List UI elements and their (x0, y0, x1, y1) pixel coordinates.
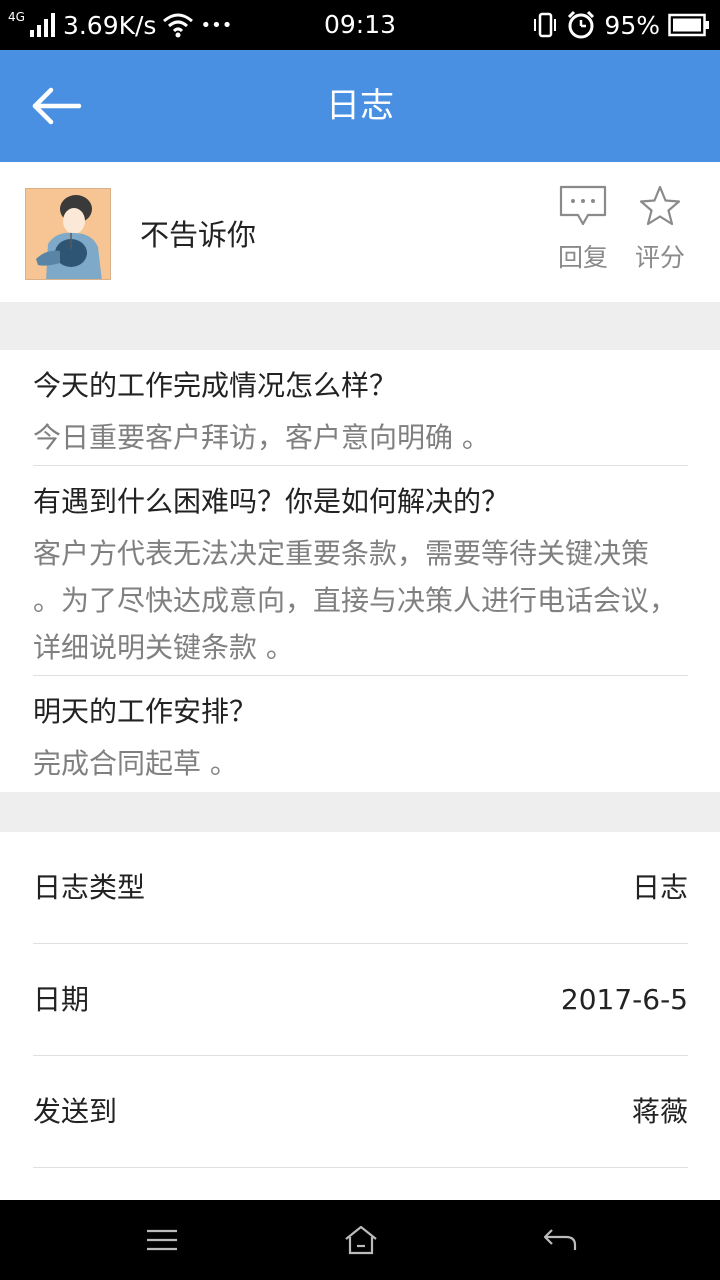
home-button[interactable] (331, 1214, 391, 1266)
app-bar: 日志 (0, 50, 720, 162)
section-divider (0, 792, 720, 832)
log-content: 今天的工作完成情况怎么样？ 今日重要客户拜访，客户意向明确 。 有遇到什么困难吗… (0, 350, 720, 792)
back-arrow-icon (32, 87, 82, 125)
question-text: 今天的工作完成情况怎么样？ (33, 369, 398, 402)
reply-label: 回复 (557, 243, 608, 272)
star-icon (639, 185, 681, 226)
detail-row-send-to[interactable]: 发送到 蒋薇 (33, 1056, 688, 1168)
detail-row-date: 日期 2017-6-5 (33, 944, 688, 1056)
qa-item: 今天的工作完成情况怎么样？ 今日重要客户拜访，客户意向明确 。 (33, 350, 688, 466)
question-text: 明天的工作安排？ (33, 695, 258, 728)
qa-item: 明天的工作安排？ 完成合同起草 。 (33, 676, 688, 792)
answer-text: 客户方代表无法决定重要条款，需要等待关键决策 。为了尽快达成意向，直接与决策人进… (33, 537, 678, 664)
avatar-illustration (26, 189, 110, 279)
detail-label: 日志类型 (33, 871, 146, 904)
battery-percent: 95% (604, 10, 660, 40)
qa-item: 有遇到什么困难吗？你是如何解决的？ 客户方代表无法决定重要条款，需要等待关键决策… (33, 466, 688, 676)
return-icon (543, 1229, 577, 1250)
status-bar: 4G 3.69K/s ••• 09:13 95% (0, 0, 720, 50)
home-icon (345, 1225, 377, 1255)
log-details: 日志类型 日志 日期 2017-6-5 发送到 蒋薇 (0, 832, 720, 1200)
back-button[interactable] (22, 78, 92, 134)
vibrate-icon (534, 12, 557, 38)
page-title: 日志 (326, 86, 394, 126)
rate-label: 评分 (634, 243, 685, 272)
detail-label: 发送到 (33, 1095, 118, 1128)
menu-icon (147, 1229, 177, 1251)
detail-value: 日志 (631, 871, 688, 904)
answer-text: 完成合同起草 。 (33, 747, 238, 780)
menu-button[interactable] (132, 1214, 192, 1266)
system-back-button[interactable] (530, 1214, 590, 1266)
comment-icon (559, 185, 607, 226)
detail-value: 2017-6-5 (560, 983, 688, 1016)
author-name: 不告诉你 (140, 218, 257, 252)
detail-label: 日期 (33, 983, 90, 1016)
status-right: 95% (532, 0, 710, 50)
reply-button[interactable]: 回复 (546, 184, 620, 280)
detail-value: 蒋薇 (631, 1095, 688, 1128)
answer-text: 今日重要客户拜访，客户意向明确 。 (33, 421, 490, 454)
system-nav-bar (0, 1200, 720, 1280)
question-text: 有遇到什么困难吗？你是如何解决的？ (33, 485, 510, 518)
section-divider (0, 302, 720, 350)
author-row: 不告诉你 回复 评分 (0, 162, 720, 302)
detail-row-log-type: 日志类型 日志 (33, 832, 688, 944)
rate-button[interactable]: 评分 (623, 184, 697, 280)
battery-icon (668, 13, 709, 37)
alarm-icon (568, 10, 595, 39)
avatar[interactable] (25, 188, 111, 280)
